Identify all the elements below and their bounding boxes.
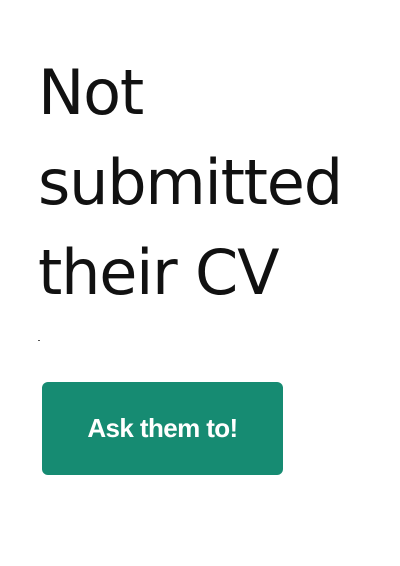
divider-dot xyxy=(38,340,40,341)
status-heading-line-2: submitted xyxy=(38,146,343,219)
cv-status-card: Not submitted their CV Ask them to! xyxy=(0,0,400,566)
status-heading-line-3: their CV xyxy=(38,236,279,309)
status-heading-line-1: Not xyxy=(38,56,144,129)
status-heading: Not submitted their CV xyxy=(38,48,388,318)
ask-them-button[interactable]: Ask them to! xyxy=(42,382,283,475)
